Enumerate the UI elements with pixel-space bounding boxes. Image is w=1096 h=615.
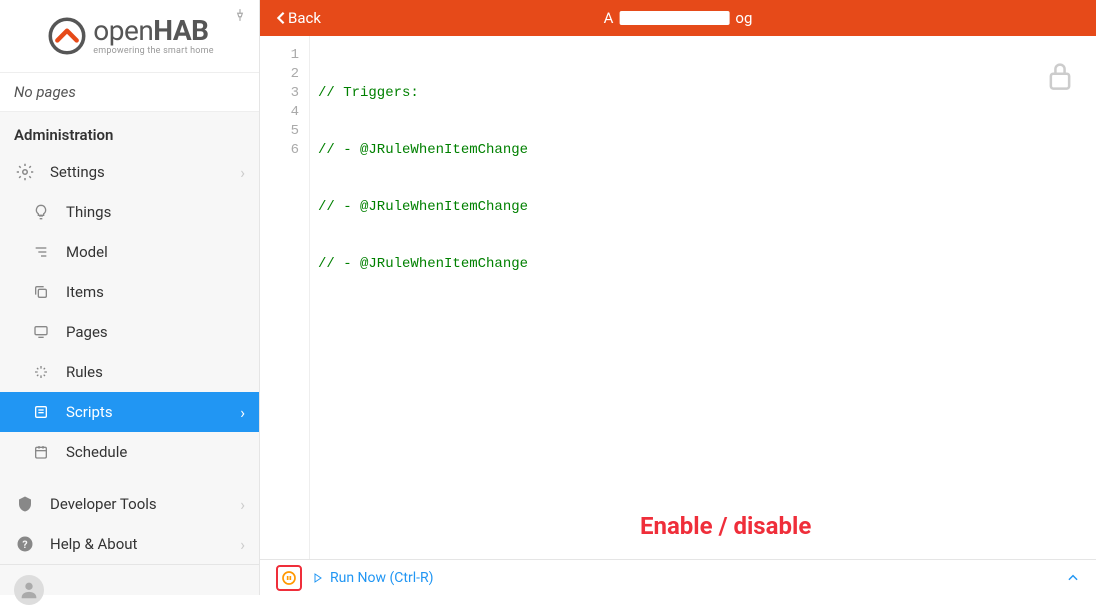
copy-icon	[30, 281, 52, 303]
sidebar-item-pages[interactable]: Pages	[0, 312, 259, 352]
sidebar-item-label: Pages	[66, 323, 108, 341]
header: Back Aog	[260, 0, 1096, 36]
sidebar-item-label: Settings	[50, 163, 105, 181]
bulb-icon	[30, 201, 52, 223]
list-icon	[30, 241, 52, 263]
play-icon	[312, 572, 324, 584]
pin-icon[interactable]	[233, 8, 247, 22]
chevron-right-icon: ›	[240, 163, 245, 182]
avatar[interactable]	[14, 575, 44, 605]
sidebar-item-scripts[interactable]: Scripts ›	[0, 392, 259, 432]
chevron-up-icon	[1066, 571, 1080, 585]
line-gutter: 1 2 3 4 5 6	[260, 36, 310, 559]
logo-word-open: open	[93, 14, 153, 47]
chevron-right-icon: ›	[240, 495, 245, 514]
sidebar-item-help[interactable]: ? Help & About ›	[0, 524, 259, 564]
logo-tagline: empowering the smart home	[93, 47, 213, 56]
main: Back Aog 1 2 3 4 5 6 // Triggers: // - @…	[260, 0, 1096, 595]
sparkle-icon	[30, 361, 52, 383]
admin-section-title: Administration	[0, 112, 259, 152]
run-now-button[interactable]: Run Now (Ctrl-R)	[330, 570, 434, 586]
chevron-right-icon: ›	[240, 403, 245, 422]
chevron-right-icon: ›	[240, 535, 245, 554]
lock-icon[interactable]	[1046, 60, 1074, 92]
logo-word-hab: HAB	[153, 14, 208, 47]
sidebar-item-label: Model	[66, 243, 108, 261]
code-content[interactable]: // Triggers: // - @JRuleWhenItemChange /…	[310, 36, 1096, 559]
chevron-left-icon	[276, 11, 286, 25]
sidebar-item-label: Help & About	[50, 535, 137, 553]
sidebar-item-label: Schedule	[66, 443, 127, 461]
sidebar-item-label: Scripts	[66, 403, 113, 421]
sidebar-item-things[interactable]: Things	[0, 192, 259, 232]
pause-icon	[281, 570, 297, 586]
sidebar: openHAB empowering the smart home No pag…	[0, 0, 260, 595]
sidebar-item-label: Rules	[66, 363, 103, 381]
sidebar-item-devtools[interactable]: Developer Tools ›	[0, 484, 259, 524]
help-icon: ?	[14, 533, 36, 555]
script-icon	[30, 401, 52, 423]
gear-icon	[14, 161, 36, 183]
sidebar-item-label: Items	[66, 283, 104, 301]
redacted-title	[619, 11, 729, 25]
monitor-icon	[30, 321, 52, 343]
sidebar-item-settings[interactable]: Settings ›	[0, 152, 259, 192]
bottom-toolbar: Run Now (Ctrl-R)	[260, 559, 1096, 595]
svg-text:?: ?	[22, 538, 27, 551]
code-editor[interactable]: 1 2 3 4 5 6 // Triggers: // - @JRuleWhen…	[260, 36, 1096, 559]
sidebar-item-model[interactable]: Model	[0, 232, 259, 272]
sidebar-item-rules[interactable]: Rules	[0, 352, 259, 392]
logo-icon	[45, 14, 89, 58]
sidebar-item-label: Things	[66, 203, 111, 221]
enable-disable-button[interactable]	[276, 565, 302, 591]
no-pages-label: No pages	[0, 72, 259, 112]
sidebar-item-label: Developer Tools	[50, 495, 157, 513]
shield-icon	[14, 493, 36, 515]
calendar-icon	[30, 441, 52, 463]
sidebar-item-items[interactable]: Items	[0, 272, 259, 312]
back-button[interactable]: Back	[276, 9, 321, 27]
logo[interactable]: openHAB empowering the smart home	[0, 0, 259, 72]
back-label: Back	[288, 9, 321, 27]
sidebar-item-schedule[interactable]: Schedule	[0, 432, 259, 472]
expand-button[interactable]	[1066, 571, 1080, 585]
page-title: Aog	[604, 9, 753, 27]
